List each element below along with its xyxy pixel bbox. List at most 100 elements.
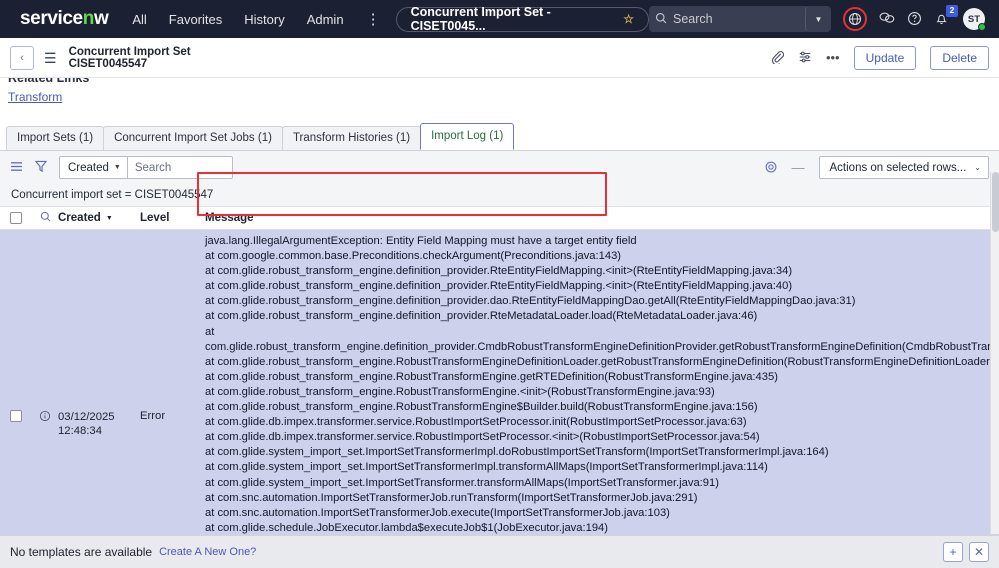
table-vertical-scrollbar[interactable] xyxy=(990,172,999,534)
footer-buttons: + ✕ xyxy=(943,542,989,562)
logo-text-accent: n xyxy=(82,8,95,29)
message-line: at com.glide.db.impex.transformer.servic… xyxy=(205,416,747,429)
globe-icon[interactable] xyxy=(843,7,867,31)
bell-icon[interactable]: 2 xyxy=(934,4,958,28)
servicenow-logo[interactable]: servicenw xyxy=(20,8,109,30)
related-link-transform[interactable]: Transform xyxy=(8,90,62,104)
list-filter-control: Created ▼ xyxy=(59,156,233,179)
search-placeholder: Search xyxy=(673,12,713,26)
table-row[interactable]: 03/12/2025 12:48:34 Error java.lang.Ille… xyxy=(0,230,999,568)
list-toolbar-right: — Actions on selected rows... ⌄ xyxy=(764,156,989,179)
filter-field-selector[interactable]: Created ▼ xyxy=(60,157,128,178)
related-links-section: Related Links Transform xyxy=(0,78,999,124)
no-templates-message: No templates are available xyxy=(10,545,153,559)
avatar-initials: ST xyxy=(967,13,981,25)
presence-online-indicator xyxy=(978,23,986,31)
globe-icon-highlight xyxy=(843,7,867,31)
related-lists-tabs: Import Sets (1) Concurrent Import Set Jo… xyxy=(0,123,999,150)
message-line: at com.glide.system_import_set.ImportSet… xyxy=(205,446,829,459)
tab-import-log[interactable]: Import Log (1) xyxy=(420,123,515,150)
vertical-dots-icon[interactable]: ⋮ xyxy=(366,12,382,27)
message-line: at com.glide.system_import_set.ImportSet… xyxy=(205,461,768,474)
column-header-created[interactable]: Created ▼ xyxy=(58,212,140,224)
list-search-input[interactable] xyxy=(127,157,232,178)
list-menu-icon[interactable] xyxy=(10,161,23,174)
select-all-cell xyxy=(0,212,32,224)
select-all-checkbox[interactable] xyxy=(10,212,22,224)
chevron-down-icon[interactable]: ▼ xyxy=(805,6,831,32)
row-info-cell[interactable] xyxy=(32,230,58,425)
column-search-icon-cell[interactable] xyxy=(32,211,58,225)
record-header-bar: ‹ ☰ Concurrent Import Set CISET0045547 •… xyxy=(0,38,999,78)
message-line: at com.glide.schedule.JobExecutor.lambda… xyxy=(205,521,608,534)
nav-item-favorites[interactable]: Favorites xyxy=(169,12,222,27)
plus-icon[interactable]: + xyxy=(943,542,963,562)
funnel-filter-icon[interactable] xyxy=(34,160,48,175)
message-line: at xyxy=(205,325,215,338)
cell-created-time: 12:48:34 xyxy=(58,425,102,437)
close-x-icon[interactable]: ✕ xyxy=(969,542,989,562)
cell-level: Error xyxy=(140,410,166,422)
message-line: at com.glide.robust_transform_engine.Rob… xyxy=(205,385,715,398)
update-button[interactable]: Update xyxy=(853,45,917,70)
nav-item-all[interactable]: All xyxy=(132,12,146,27)
chevron-left-icon: ‹ xyxy=(20,51,24,64)
column-header-created-label: Created xyxy=(58,212,101,224)
list-toolbar: Created ▼ — Actions on selected rows... … xyxy=(0,151,999,184)
nav-item-admin[interactable]: Admin xyxy=(307,12,344,27)
avatar[interactable]: ST xyxy=(963,8,986,31)
chevron-down-icon: ⌄ xyxy=(974,163,981,172)
message-line: at com.glide.db.impex.transformer.servic… xyxy=(205,431,760,444)
nav-item-history[interactable]: History xyxy=(244,12,284,27)
help-circle-icon[interactable] xyxy=(907,11,922,28)
ellipsis-icon[interactable]: ••• xyxy=(826,51,840,64)
column-header-message[interactable]: Message xyxy=(195,212,999,224)
scrollbar-thumb[interactable] xyxy=(992,172,999,232)
import-log-table: Created ▼ Level Message 03/12/2025 12:48… xyxy=(0,206,999,568)
search-icon xyxy=(40,211,51,225)
sliders-icon[interactable] xyxy=(798,50,812,66)
global-header-actions: Search ▼ 2 ST xyxy=(649,4,989,32)
create-template-link[interactable]: Create A New One? xyxy=(159,546,256,558)
message-line: at com.snc.automation.ImportSetTransform… xyxy=(205,506,670,519)
row-checkbox[interactable] xyxy=(10,410,22,422)
message-line: at com.glide.system_import_set.ImportSet… xyxy=(205,476,719,489)
logo-text-1: service xyxy=(20,8,83,29)
gear-icon[interactable] xyxy=(764,160,778,176)
notification-badge: 2 xyxy=(946,4,958,17)
cell-message: java.lang.IllegalArgumentException: Enti… xyxy=(195,230,999,568)
record-tab-pill[interactable]: Concurrent Import Set - CISET0045... ☆ xyxy=(395,5,649,33)
column-header-level[interactable]: Level xyxy=(140,212,195,224)
table-header-row: Created ▼ Level Message xyxy=(0,206,999,230)
app-window: servicenw All Favorites History Admin ⋮ … xyxy=(0,0,999,568)
tab-import-sets[interactable]: Import Sets (1) xyxy=(6,126,105,150)
page-title-line2: CISET0045547 xyxy=(68,57,148,70)
message-line: at com.glide.robust_transform_engine.Rob… xyxy=(205,355,999,368)
cell-created-date: 03/12/2025 xyxy=(58,411,115,423)
search-input[interactable]: Search xyxy=(649,6,809,32)
tab-transform-histories[interactable]: Transform Histories (1) xyxy=(281,126,422,150)
minus-icon[interactable]: — xyxy=(792,161,805,174)
global-header: servicenw All Favorites History Admin ⋮ … xyxy=(0,0,999,38)
breadcrumb[interactable]: Concurrent import set = CISET0045547 xyxy=(0,184,999,206)
breadcrumb-text: Concurrent import set = CISET0045547 xyxy=(11,189,214,201)
star-outline-icon[interactable]: ☆ xyxy=(623,12,634,26)
info-circle-icon xyxy=(39,410,51,425)
actions-select-label: Actions on selected rows... xyxy=(829,161,967,174)
delete-button[interactable]: Delete xyxy=(930,45,989,70)
search-icon xyxy=(655,12,667,27)
cell-created: 03/12/2025 12:48:34 xyxy=(58,230,140,438)
message-line: at com.glide.robust_transform_engine.def… xyxy=(205,295,856,308)
filter-field-label: Created xyxy=(68,161,109,174)
message-line: at com.glide.robust_transform_engine.Rob… xyxy=(205,401,758,414)
message-line: at com.glide.robust_transform_engine.def… xyxy=(205,265,793,278)
paperclip-icon[interactable] xyxy=(771,50,785,66)
record-header-actions: ••• Update Delete xyxy=(771,45,989,70)
record-tab-label: Concurrent Import Set - CISET0045... xyxy=(410,5,551,33)
tab-concurrent-import-set-jobs[interactable]: Concurrent Import Set Jobs (1) xyxy=(103,126,283,150)
actions-on-selected-rows-select[interactable]: Actions on selected rows... ⌄ xyxy=(818,156,989,179)
conversation-icon[interactable] xyxy=(879,11,895,27)
message-line: java.lang.IllegalArgumentException: Enti… xyxy=(205,235,637,247)
back-button[interactable]: ‹ xyxy=(10,45,34,70)
hamburger-menu-icon[interactable]: ☰ xyxy=(44,51,57,65)
